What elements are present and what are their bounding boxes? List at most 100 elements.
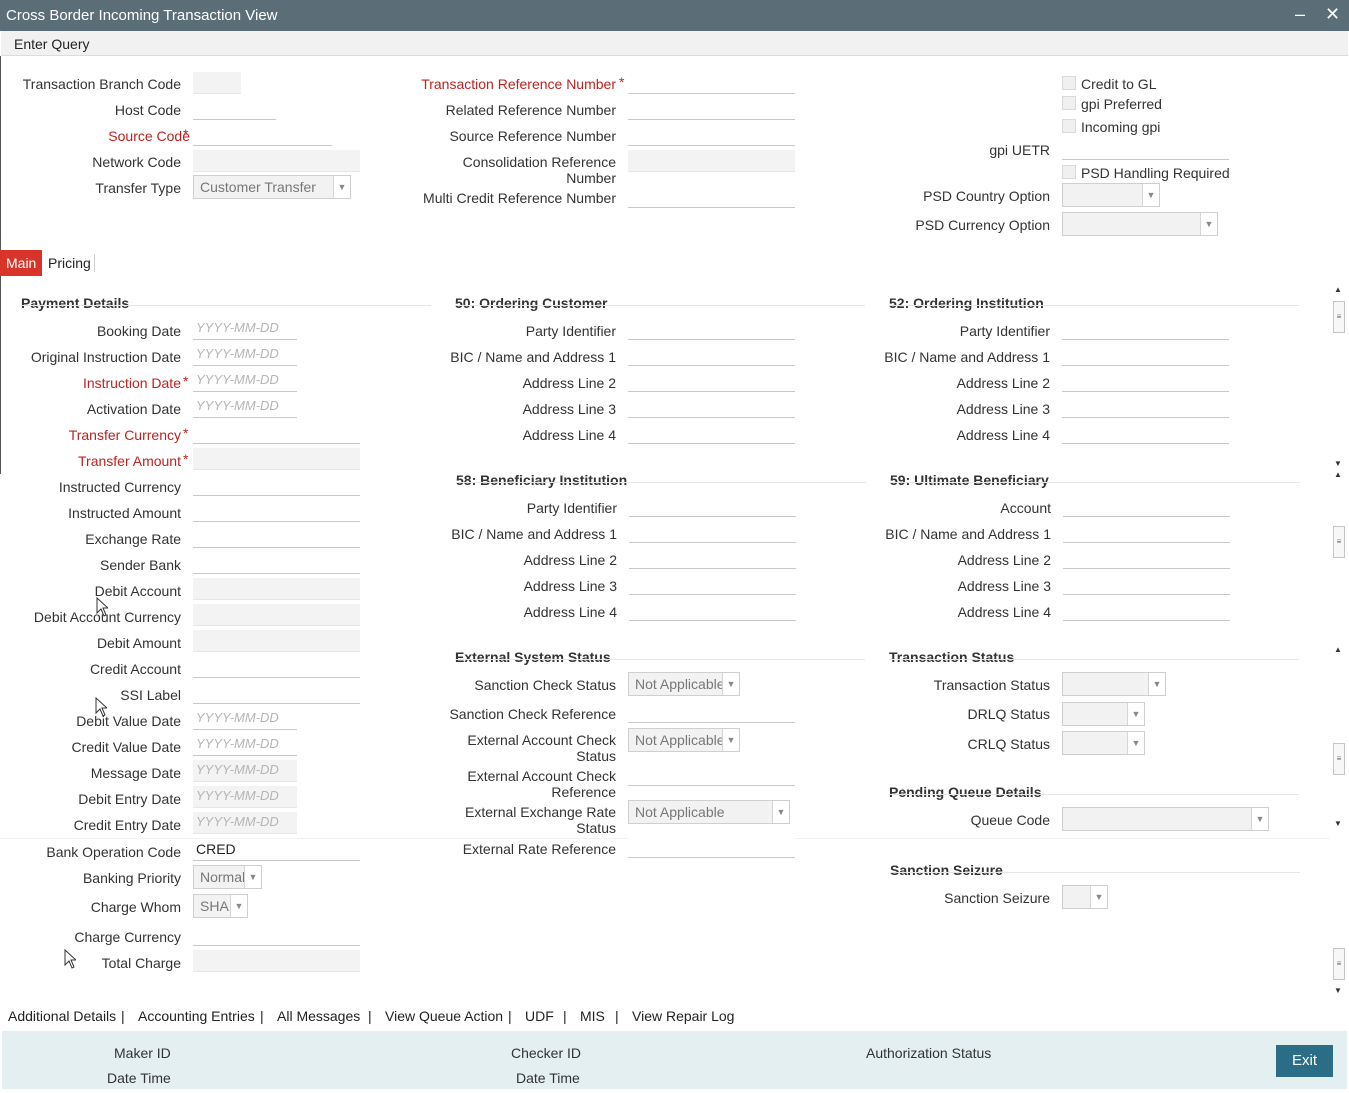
psd-handling-checkbox[interactable] <box>1062 165 1076 179</box>
ub-addr3-field[interactable] <box>1063 573 1230 595</box>
sanction-seizure-select[interactable]: ▼ <box>1062 885 1108 909</box>
close-icon[interactable]: ✕ <box>1325 4 1340 25</box>
oi-party-identifier-field[interactable] <box>1062 318 1229 340</box>
minimize-icon[interactable]: – <box>1295 4 1305 25</box>
scrollbar-lower[interactable]: ▲ ≡ ▼ <box>1332 645 1346 830</box>
message-date-field[interactable]: YYYY-MM-DD <box>193 760 297 782</box>
debit-account-field[interactable] <box>193 578 360 600</box>
exchange-rate-field[interactable] <box>193 526 360 548</box>
scroll-up-icon[interactable]: ▲ <box>1334 470 1342 479</box>
ub-addr2-field[interactable] <box>1063 547 1230 569</box>
credit-value-date-field[interactable]: YYYY-MM-DD <box>193 734 297 756</box>
exit-button[interactable]: Exit <box>1276 1045 1333 1077</box>
oc-addr3-field[interactable] <box>628 396 795 418</box>
bi-addr3-field[interactable] <box>629 573 796 595</box>
scrollbar-top[interactable]: ▲ ≡ ▼ <box>1332 285 1346 470</box>
credit-to-gl-checkbox[interactable] <box>1062 76 1076 90</box>
oc-party-identifier-field[interactable] <box>628 318 795 340</box>
instructed-currency-field[interactable] <box>193 474 360 496</box>
oc-addr4-field[interactable] <box>628 422 795 444</box>
oi-addr4-field[interactable] <box>1062 422 1229 444</box>
all-messages-link[interactable]: All Messages <box>277 1008 360 1024</box>
debit-value-date-field[interactable]: YYYY-MM-DD <box>193 708 297 730</box>
crlq-status-select[interactable]: ▼ <box>1062 731 1145 755</box>
scroll-up-icon[interactable]: ▲ <box>1334 285 1342 294</box>
bi-addr4-field[interactable] <box>629 599 796 621</box>
oi-addr3-field[interactable] <box>1062 396 1229 418</box>
bi-party-identifier-field[interactable] <box>629 495 796 517</box>
scroll-down-icon[interactable]: ▼ <box>1334 819 1342 828</box>
gpi-preferred-checkbox[interactable] <box>1062 96 1076 110</box>
consolidation-ref-field[interactable] <box>628 150 795 172</box>
gpi-uetr-field[interactable] <box>1062 138 1229 160</box>
oc-bic-field[interactable] <box>628 344 795 366</box>
transfer-type-select[interactable]: Customer Transfer ▼ <box>193 175 351 199</box>
sanction-check-status-select[interactable]: Not Applicable ▼ <box>628 672 740 696</box>
charge-whom-select[interactable]: SHA ▼ <box>193 894 248 918</box>
ub-bic-field[interactable] <box>1063 521 1230 543</box>
banking-priority-select[interactable]: Normal ▼ <box>193 865 262 889</box>
debit-amount-field[interactable] <box>193 630 360 652</box>
debit-account-currency-field[interactable] <box>193 604 360 626</box>
tab-main[interactable]: Main <box>0 250 43 276</box>
tab-pricing[interactable]: Pricing <box>42 250 97 276</box>
drlq-status-select[interactable]: ▼ <box>1062 702 1145 726</box>
scrollbar-thumb[interactable]: ≡ <box>1333 526 1345 558</box>
credit-entry-date-field[interactable]: YYYY-MM-DD <box>193 812 297 834</box>
related-ref-field[interactable] <box>628 98 795 120</box>
transfer-amount-field[interactable] <box>193 448 360 470</box>
scrollbar-thumb[interactable]: ≡ <box>1333 743 1345 775</box>
bi-addr2-field[interactable] <box>629 547 796 569</box>
activation-date-field[interactable]: YYYY-MM-DD <box>193 396 297 418</box>
multi-credit-ref-field[interactable] <box>628 186 795 208</box>
bi-bic-field[interactable] <box>629 521 796 543</box>
transaction-status-select[interactable]: ▼ <box>1062 672 1166 696</box>
branch-code-field[interactable] <box>193 72 241 94</box>
incoming-gpi-checkbox[interactable] <box>1062 119 1076 133</box>
udf-link[interactable]: UDF <box>525 1008 554 1024</box>
txn-ref-field[interactable] <box>628 72 795 94</box>
debit-entry-date-field[interactable]: YYYY-MM-DD <box>193 786 297 808</box>
oc-addr2-field[interactable] <box>628 370 795 392</box>
scrollbar-thumb[interactable]: ≡ <box>1333 301 1345 333</box>
oi-bic-field[interactable] <box>1062 344 1229 366</box>
view-queue-action-link[interactable]: View Queue Action <box>385 1008 503 1024</box>
source-code-field[interactable] <box>193 124 332 146</box>
enter-query-menu[interactable]: Enter Query <box>14 36 89 52</box>
ub-addr4-field[interactable] <box>1063 599 1230 621</box>
psd-currency-select[interactable]: ▼ <box>1062 212 1218 236</box>
ext-exchange-rate-status-select[interactable]: Not Applicable ▼ <box>628 800 790 824</box>
bank-operation-code-field[interactable]: CRED <box>193 839 360 861</box>
source-ref-field[interactable] <box>628 124 795 146</box>
queue-code-select[interactable]: ▼ <box>1062 807 1269 831</box>
sanction-check-reference-field[interactable] <box>628 701 795 723</box>
instruction-date-field[interactable]: YYYY-MM-DD <box>193 370 297 392</box>
additional-details-link[interactable]: Additional Details <box>8 1008 116 1024</box>
network-code-field[interactable] <box>193 150 360 172</box>
original-instruction-date-field[interactable]: YYYY-MM-DD <box>193 344 297 366</box>
psd-country-select[interactable]: ▼ <box>1062 183 1160 207</box>
credit-account-field[interactable] <box>193 656 360 678</box>
instructed-amount-field[interactable] <box>193 500 360 522</box>
transfer-currency-field[interactable] <box>193 422 360 444</box>
scroll-down-icon[interactable]: ▼ <box>1334 986 1342 995</box>
accounting-entries-link[interactable]: Accounting Entries <box>138 1008 255 1024</box>
scroll-down-icon[interactable]: ▼ <box>1334 459 1342 468</box>
scrollbar-middle[interactable]: ▲ ≡ <box>1332 470 1346 645</box>
scrollbar-thumb[interactable]: ≡ <box>1333 948 1345 980</box>
scrollbar-bottom[interactable]: ≡ ▼ <box>1332 840 1346 998</box>
charge-currency-field[interactable] <box>193 924 360 946</box>
sender-bank-field[interactable] <box>193 552 360 574</box>
view-repair-log-link[interactable]: View Repair Log <box>632 1008 734 1024</box>
ext-account-check-status-select[interactable]: Not Applicable ▼ <box>628 728 740 752</box>
mis-link[interactable]: MIS <box>580 1008 605 1024</box>
total-charge-field[interactable] <box>193 950 360 972</box>
oi-addr2-field[interactable] <box>1062 370 1229 392</box>
ext-account-check-reference-field[interactable] <box>628 764 795 786</box>
host-code-field[interactable] <box>193 98 276 120</box>
ub-account-field[interactable] <box>1063 495 1230 517</box>
scroll-up-icon[interactable]: ▲ <box>1334 645 1342 654</box>
booking-date-field[interactable]: YYYY-MM-DD <box>193 318 297 340</box>
external-rate-reference-field[interactable] <box>628 836 795 858</box>
ssi-label-field[interactable] <box>193 682 360 704</box>
